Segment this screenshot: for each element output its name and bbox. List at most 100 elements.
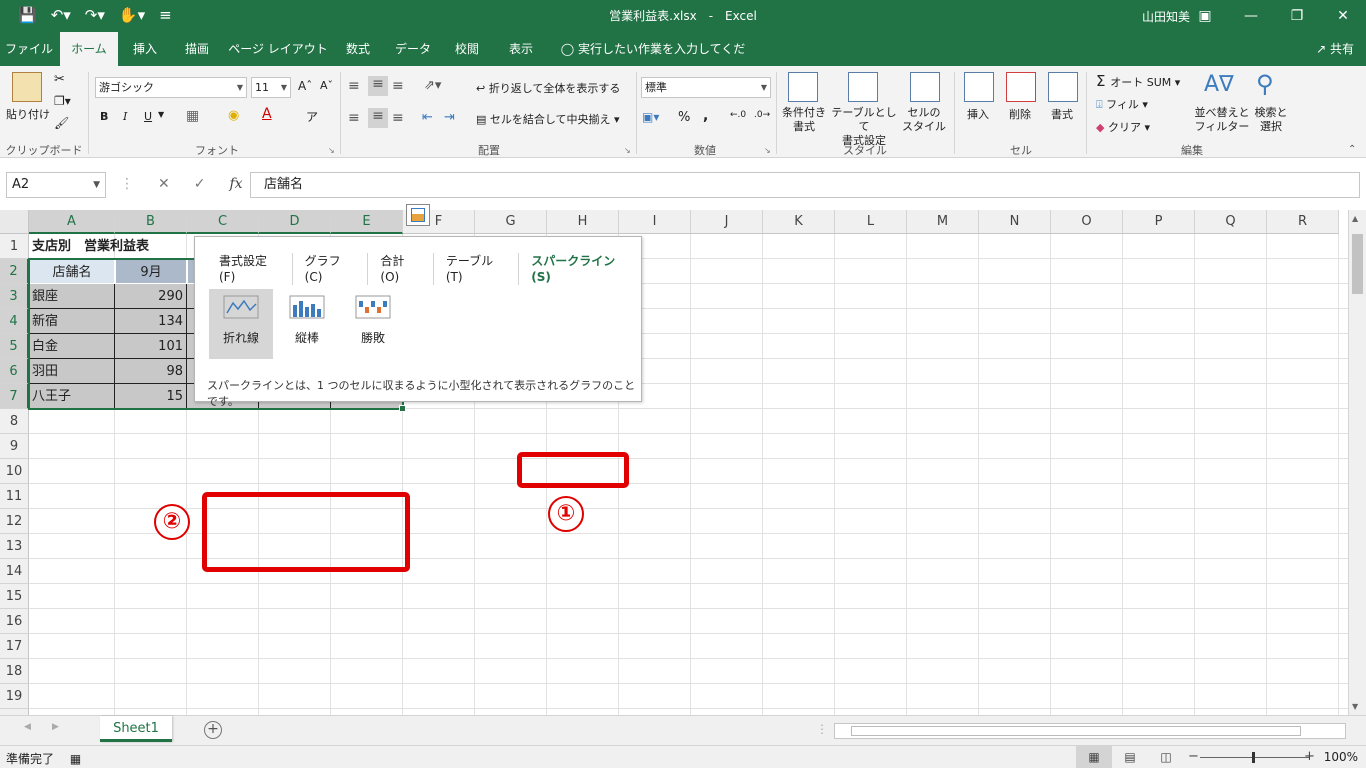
increase-indent-icon[interactable]: ⇥	[444, 110, 455, 125]
fill-color-icon[interactable]: ◉	[228, 108, 239, 123]
row-header-19[interactable]: 19	[0, 684, 29, 709]
sort-filter-button[interactable]: 並べ替えと フィルター	[1194, 106, 1250, 134]
cell-styles-icon[interactable]	[910, 72, 940, 102]
comma-button[interactable]: ,	[703, 108, 708, 124]
cancel-icon[interactable]: ✕	[158, 176, 170, 192]
column-header-q[interactable]: Q	[1195, 210, 1267, 234]
column-header-n[interactable]: N	[979, 210, 1051, 234]
row-header-17[interactable]: 17	[0, 634, 29, 659]
clear-button[interactable]: ◆ クリア ▾	[1096, 119, 1150, 135]
cell-a2[interactable]: 店舗名	[29, 259, 115, 284]
font-name-combo[interactable]: 游ゴシック ▼	[95, 77, 247, 98]
font-color-icon[interactable]: A	[262, 106, 272, 122]
row-header-15[interactable]: 15	[0, 584, 29, 609]
column-header-p[interactable]: P	[1123, 210, 1195, 234]
tab-draw[interactable]: 描画	[172, 32, 222, 66]
find-select-button[interactable]: 検索と 選択	[1252, 106, 1290, 134]
row-header-10[interactable]: 10	[0, 459, 29, 484]
column-header-k[interactable]: K	[763, 210, 835, 234]
tab-data[interactable]: データ	[388, 32, 438, 66]
align-right-icon[interactable]: ≡	[392, 110, 404, 126]
tab-file[interactable]: ファイル	[0, 32, 58, 66]
column-header-h[interactable]: H	[547, 210, 619, 234]
copy-icon[interactable]: ❐▾	[54, 94, 71, 108]
insert-function-icon[interactable]: fx	[229, 176, 242, 192]
cell-b5[interactable]: 101	[115, 334, 187, 359]
cell-b4[interactable]: 134	[115, 309, 187, 334]
orientation-icon[interactable]: ⇗▾	[424, 78, 441, 93]
macro-record-icon[interactable]: ▦	[70, 752, 81, 766]
formula-input[interactable]: 店舗名	[250, 172, 1360, 198]
fill-button[interactable]: ⍗ フィル ▾	[1096, 96, 1148, 112]
align-bottom-icon[interactable]: ≡	[392, 78, 404, 94]
zoom-out-icon[interactable]: −	[1188, 749, 1199, 764]
align-left-icon[interactable]: ≡	[348, 110, 360, 126]
tell-me-box[interactable]: ◯ 実行したい作業を入力してください	[558, 32, 748, 90]
cell-a6[interactable]: 羽田	[29, 359, 115, 384]
delete-cells-button[interactable]: 削除	[1009, 106, 1031, 122]
column-header-a[interactable]: A	[29, 210, 115, 234]
normal-view-icon[interactable]: ▦	[1076, 746, 1112, 768]
column-header-m[interactable]: M	[907, 210, 979, 234]
scrollbar-thumb[interactable]	[851, 726, 1301, 736]
page-break-view-icon[interactable]: ◫	[1148, 746, 1184, 768]
enter-icon[interactable]: ✓	[194, 176, 206, 192]
column-header-d[interactable]: D	[259, 210, 331, 234]
search-icon[interactable]: ⚲	[1256, 70, 1274, 98]
bold-button[interactable]: B	[100, 110, 108, 123]
sort-filter-icon[interactable]: A∇	[1204, 72, 1234, 97]
insert-cells-button[interactable]: 挿入	[967, 106, 989, 122]
currency-icon[interactable]: ▣▾	[642, 110, 659, 124]
tab-page-layout[interactable]: ページ レイアウト	[226, 32, 330, 66]
qa-tab-totals[interactable]: 合計(O)	[368, 253, 434, 285]
conditional-format-button[interactable]: 条件付き 書式	[780, 106, 828, 134]
cell-b6[interactable]: 98	[115, 359, 187, 384]
qa-tab-formatting[interactable]: 書式設定(F)	[207, 253, 293, 285]
row-header-18[interactable]: 18	[0, 659, 29, 684]
autosum-button[interactable]: Σ オート SUM ▾	[1096, 72, 1180, 90]
row-header-9[interactable]: 9	[0, 434, 29, 459]
conditional-format-icon[interactable]	[788, 72, 818, 102]
horizontal-scrollbar[interactable]	[834, 723, 1346, 739]
qa-tab-tables[interactable]: テーブル(T)	[434, 253, 520, 285]
format-painter-icon[interactable]: 🖌	[54, 116, 69, 130]
paste-button-label[interactable]: 貼り付け	[6, 106, 50, 122]
font-size-combo[interactable]: 11 ▼	[251, 77, 291, 98]
column-header-r[interactable]: R	[1267, 210, 1339, 234]
delete-cells-icon[interactable]	[1006, 72, 1036, 102]
increase-font-icon[interactable]: Aˆ	[298, 79, 312, 93]
next-sheet-icon[interactable]: ▶	[52, 722, 59, 732]
row-header-13[interactable]: 13	[0, 534, 29, 559]
row-header-6[interactable]: 6	[0, 359, 29, 384]
cell-a5[interactable]: 白金	[29, 334, 115, 359]
number-format-combo[interactable]: 標準 ▼	[641, 77, 771, 98]
sheet-tab-sheet1[interactable]: Sheet1	[100, 716, 172, 742]
minimize-icon[interactable]: —	[1228, 0, 1274, 32]
column-header-i[interactable]: I	[619, 210, 691, 234]
row-header-12[interactable]: 12	[0, 509, 29, 534]
format-as-table-icon[interactable]	[848, 72, 878, 102]
zoom-slider[interactable]	[1200, 752, 1310, 763]
cell-b7[interactable]: 15	[115, 384, 187, 409]
row-header-4[interactable]: 4	[0, 309, 29, 334]
row-header-8[interactable]: 8	[0, 409, 29, 434]
quick-analysis-button[interactable]	[406, 204, 430, 226]
merge-center-button[interactable]: ▤ セルを結合して中央揃え ▾	[476, 111, 620, 127]
qa-tab-charts[interactable]: グラフ(C)	[293, 253, 369, 285]
page-layout-view-icon[interactable]: ▤	[1112, 746, 1148, 768]
cell-a1[interactable]: 支店別 営業利益表	[29, 234, 187, 259]
insert-cells-icon[interactable]	[964, 72, 994, 102]
select-all-corner[interactable]	[0, 210, 29, 234]
row-header-7[interactable]: 7	[0, 384, 29, 409]
wrap-text-button[interactable]: ↩ 折り返して全体を表示する	[476, 80, 620, 96]
tab-formulas[interactable]: 数式	[334, 32, 382, 66]
column-header-o[interactable]: O	[1051, 210, 1123, 234]
format-cells-icon[interactable]	[1048, 72, 1078, 102]
sparkline-column-option[interactable]: 縦棒	[275, 289, 339, 359]
zoom-level[interactable]: 100%	[1324, 750, 1358, 764]
restore-icon[interactable]: ❐	[1274, 0, 1320, 32]
qa-tab-sparklines[interactable]: スパークライン(S)	[519, 253, 641, 285]
align-top-icon[interactable]: ≡	[348, 78, 360, 94]
cell-styles-button[interactable]: セルの スタイル	[898, 106, 950, 134]
cell-a7[interactable]: 八王子	[29, 384, 115, 409]
